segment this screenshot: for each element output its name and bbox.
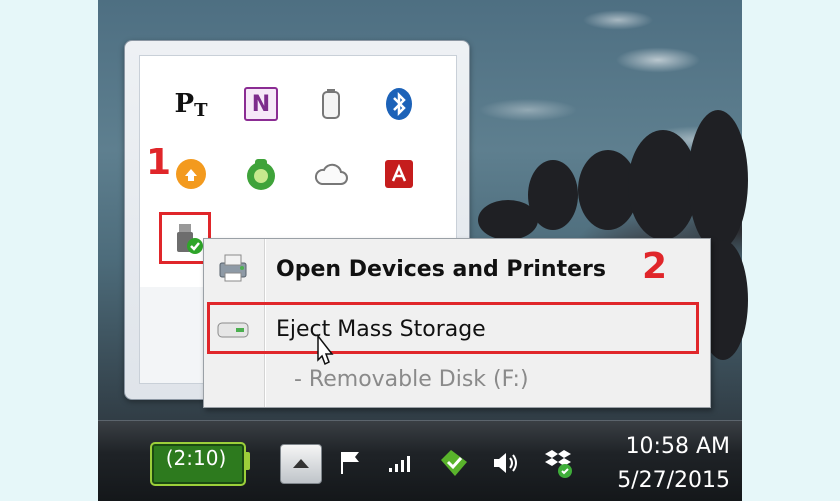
eject-highlight — [207, 302, 699, 354]
battery-tip — [244, 452, 250, 470]
mouse-cursor-icon — [312, 333, 338, 378]
show-hidden-icons-button[interactable] — [280, 444, 322, 484]
green-app-tray-icon[interactable] — [437, 446, 471, 480]
battery-time-label: (2:10) — [165, 446, 227, 470]
orange-upload-icon[interactable] — [173, 156, 209, 192]
removable-disk-item: - Removable Disk (F:) — [204, 355, 710, 403]
step-1-label: 1 — [146, 142, 172, 183]
open-devices-label: Open Devices and Printers — [276, 257, 606, 282]
clock-date[interactable]: 5/27/2015 — [600, 468, 730, 493]
context-menu: Open Devices and Printers Eject Mass Sto… — [203, 238, 711, 408]
network-signal-icon[interactable] — [385, 446, 419, 480]
bluetooth-icon[interactable] — [381, 86, 417, 122]
step-2-label: 2 — [642, 246, 668, 287]
printer-icon — [216, 251, 250, 283]
battery-outline-icon[interactable] — [313, 86, 349, 122]
onenote-icon[interactable]: N — [243, 86, 279, 122]
clock-time[interactable]: 10:58 AM — [600, 434, 730, 459]
dropbox-sync-icon[interactable] — [541, 446, 575, 480]
adobe-icon[interactable] — [381, 156, 417, 192]
action-center-flag-icon[interactable] — [333, 446, 367, 480]
green-recycle-icon[interactable] — [243, 156, 279, 192]
pt-icon[interactable]: PT — [173, 86, 209, 122]
volume-icon[interactable] — [489, 446, 523, 480]
cloud-icon[interactable] — [313, 156, 349, 192]
open-devices-and-printers-item[interactable]: Open Devices and Printers — [204, 243, 710, 291]
